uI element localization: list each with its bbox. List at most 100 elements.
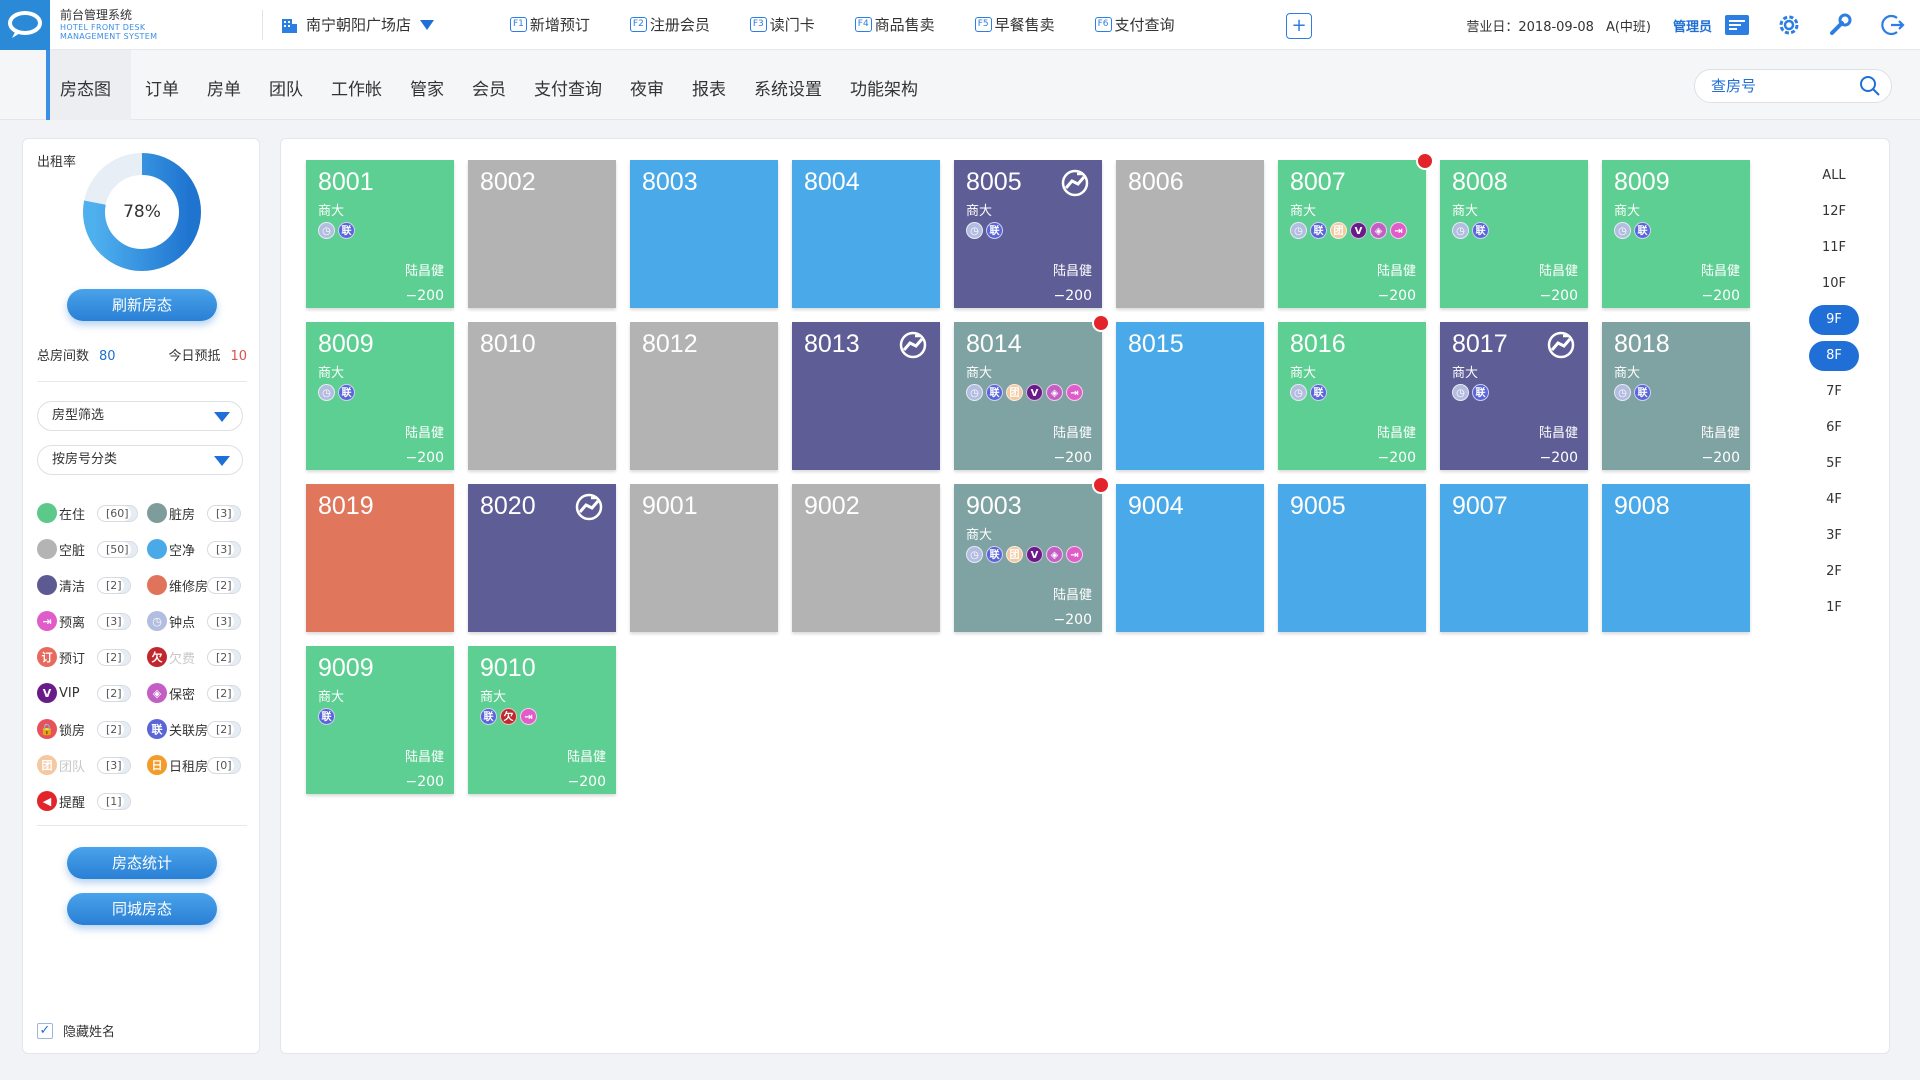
floor-button[interactable]: ALL bbox=[1809, 161, 1859, 191]
room-tags: ◷ 联团 V ◈ ⇥ bbox=[1290, 222, 1410, 239]
room-card[interactable]: 9009 商大联陆昌健 −200 bbox=[306, 646, 454, 794]
reminder-icon[interactable] bbox=[1092, 476, 1110, 494]
room-search[interactable] bbox=[1694, 69, 1892, 103]
legend-item[interactable]: 联关联房 [2] bbox=[147, 719, 251, 739]
fkey-f4[interactable]: F4 商品售卖 bbox=[854, 14, 935, 35]
reminder-icon[interactable] bbox=[1092, 314, 1110, 332]
legend-item[interactable]: ◷ 钟点 [3] bbox=[147, 611, 251, 631]
nav-tab[interactable]: 订单 bbox=[131, 50, 193, 120]
legend-item[interactable]: 欠欠费 [2] bbox=[147, 647, 251, 667]
room-type-filter[interactable]: 房型筛选 bbox=[37, 401, 243, 431]
nav-tab[interactable]: 房态图 bbox=[46, 50, 131, 120]
room-card[interactable]: 9007 bbox=[1440, 484, 1588, 632]
legend-item[interactable]: 订预订 [2] bbox=[37, 647, 141, 667]
wrench-icon[interactable] bbox=[1828, 12, 1854, 38]
legend-item[interactable]: ◀ 提醒 [1] bbox=[37, 791, 141, 811]
legend-item[interactable]: 🔒 锁房 [2] bbox=[37, 719, 141, 739]
room-card[interactable]: 8016 商大 ◷ 联陆昌健 −200 bbox=[1278, 322, 1426, 470]
add-shortcut-button[interactable]: + bbox=[1286, 13, 1312, 39]
floor-button[interactable]: 9F bbox=[1809, 305, 1859, 335]
floor-button[interactable]: 10F bbox=[1809, 269, 1859, 299]
fkey-f5[interactable]: F5 早餐售卖 bbox=[974, 14, 1055, 35]
floor-button[interactable]: 12F bbox=[1809, 197, 1859, 227]
checkbox-checked-icon[interactable]: ✓ bbox=[37, 1022, 53, 1039]
room-card[interactable]: 9008 bbox=[1602, 484, 1750, 632]
room-search-input[interactable] bbox=[1711, 77, 1851, 95]
logout-icon[interactable] bbox=[1880, 12, 1906, 38]
room-card[interactable]: 9010 商大联欠 ⇥ 陆昌健 −200 bbox=[468, 646, 616, 794]
city-status-button[interactable]: 同城房态 bbox=[67, 893, 217, 925]
hide-name-option[interactable]: ✓ 隐藏姓名 bbox=[37, 1021, 115, 1040]
floor-button[interactable]: 2F bbox=[1809, 557, 1859, 587]
legend-item[interactable]: 清洁 [2] bbox=[37, 575, 141, 595]
nav-tab[interactable]: 支付查询 bbox=[520, 50, 616, 120]
floor-button[interactable]: 3F bbox=[1809, 521, 1859, 551]
nav-tab[interactable]: 管家 bbox=[396, 50, 458, 120]
room-card[interactable]: 8012 bbox=[630, 322, 778, 470]
floor-button[interactable]: 7F bbox=[1809, 377, 1859, 407]
gear-icon[interactable] bbox=[1776, 12, 1802, 38]
fkey-f2[interactable]: F2 注册会员 bbox=[629, 14, 710, 35]
room-number-filter[interactable]: 按房号分类 bbox=[37, 445, 243, 475]
room-card[interactable]: 9004 bbox=[1116, 484, 1264, 632]
room-card[interactable]: 8009 商大 ◷ 联陆昌健 −200 bbox=[306, 322, 454, 470]
legend-item[interactable]: 团团队 [3] bbox=[37, 755, 141, 775]
floor-button[interactable]: 5F bbox=[1809, 449, 1859, 479]
refresh-status-button[interactable]: 刷新房态 bbox=[67, 289, 217, 321]
legend-item[interactable]: 空脏 [50] bbox=[37, 539, 141, 559]
room-card[interactable]: 8013 bbox=[792, 322, 940, 470]
fkey-f6[interactable]: F6 支付查询 bbox=[1094, 14, 1175, 35]
user-name[interactable]: 管理员 bbox=[1673, 16, 1712, 35]
nav-tab[interactable]: 报表 bbox=[678, 50, 740, 120]
floor-button[interactable]: 1F bbox=[1809, 593, 1859, 623]
room-card[interactable]: 9001 bbox=[630, 484, 778, 632]
notes-icon[interactable] bbox=[1724, 12, 1750, 38]
nav-tab[interactable]: 房单 bbox=[193, 50, 255, 120]
room-card[interactable]: 8008 商大 ◷ 联陆昌健 −200 bbox=[1440, 160, 1588, 308]
room-card[interactable]: 8010 bbox=[468, 322, 616, 470]
room-card[interactable]: 8007 商大 ◷ 联团 V ◈ ⇥ 陆昌健 −200 bbox=[1278, 152, 1434, 308]
room-card[interactable]: 8018 商大 ◷ 联陆昌健 −200 bbox=[1602, 322, 1750, 470]
room-card[interactable]: 9003 商大 ◷ 联团 V ◈ ⇥ 陆昌健 −200 bbox=[954, 476, 1110, 632]
nav-tab[interactable]: 会员 bbox=[458, 50, 520, 120]
legend-item[interactable]: V VIP [2] bbox=[37, 683, 141, 703]
chevron-down-icon bbox=[214, 412, 230, 422]
floor-button[interactable]: 8F bbox=[1809, 341, 1859, 371]
room-card[interactable]: 8009 商大 ◷ 联陆昌健 −200 bbox=[1602, 160, 1750, 308]
nav-tab[interactable]: 夜审 bbox=[616, 50, 678, 120]
nav-tab[interactable]: 工作帐 bbox=[317, 50, 396, 120]
room-card[interactable]: 8019 bbox=[306, 484, 454, 632]
room-stats-button[interactable]: 房态统计 bbox=[67, 847, 217, 879]
room-card[interactable]: 8001 商大 ◷ 联陆昌健 −200 bbox=[306, 160, 454, 308]
room-card[interactable]: 8020 bbox=[468, 484, 616, 632]
nav-tab[interactable]: 系统设置 bbox=[740, 50, 836, 120]
nav-tab[interactable]: 团队 bbox=[255, 50, 317, 120]
nav-tab[interactable]: 功能架构 bbox=[836, 50, 932, 120]
room-card[interactable]: 9002 bbox=[792, 484, 940, 632]
room-card[interactable]: 8002 bbox=[468, 160, 616, 308]
room-card[interactable]: 8006 bbox=[1116, 160, 1264, 308]
legend-item[interactable]: ⇥ 预离 [3] bbox=[37, 611, 141, 631]
room-card[interactable]: 8015 bbox=[1116, 322, 1264, 470]
legend-item[interactable]: ◈ 保密 [2] bbox=[147, 683, 251, 703]
search-icon[interactable] bbox=[1859, 75, 1881, 97]
legend-item[interactable]: 在住 [60] bbox=[37, 503, 141, 523]
legend-item[interactable]: 脏房 [3] bbox=[147, 503, 251, 523]
room-card[interactable]: 8004 bbox=[792, 160, 940, 308]
fkey-f3[interactable]: F3 读门卡 bbox=[749, 14, 815, 35]
room-card[interactable]: 8005 商大 ◷ 联陆昌健 −200 bbox=[954, 160, 1102, 308]
legend-item[interactable]: 维修房 [2] bbox=[147, 575, 251, 595]
legend-item[interactable]: 空净 [3] bbox=[147, 539, 251, 559]
legend-item[interactable]: 日日租房 [0] bbox=[147, 755, 251, 775]
reminder-icon[interactable] bbox=[1416, 152, 1434, 170]
room-card[interactable]: 8003 bbox=[630, 160, 778, 308]
floor-button[interactable]: 11F bbox=[1809, 233, 1859, 263]
legend-row: 清洁 [2] 维修房 [2] bbox=[37, 567, 257, 603]
floor-button[interactable]: 6F bbox=[1809, 413, 1859, 443]
store-selector[interactable]: 南宁朝阳广场店 bbox=[280, 14, 435, 35]
floor-button[interactable]: 4F bbox=[1809, 485, 1859, 515]
room-card[interactable]: 8014 商大 ◷ 联团 V ◈ ⇥ 陆昌健 −200 bbox=[954, 314, 1110, 470]
fkey-f1[interactable]: F1 新增预订 bbox=[510, 14, 590, 35]
room-card[interactable]: 8017 商大 ◷ 联陆昌健 −200 bbox=[1440, 322, 1588, 470]
room-card[interactable]: 9005 bbox=[1278, 484, 1426, 632]
